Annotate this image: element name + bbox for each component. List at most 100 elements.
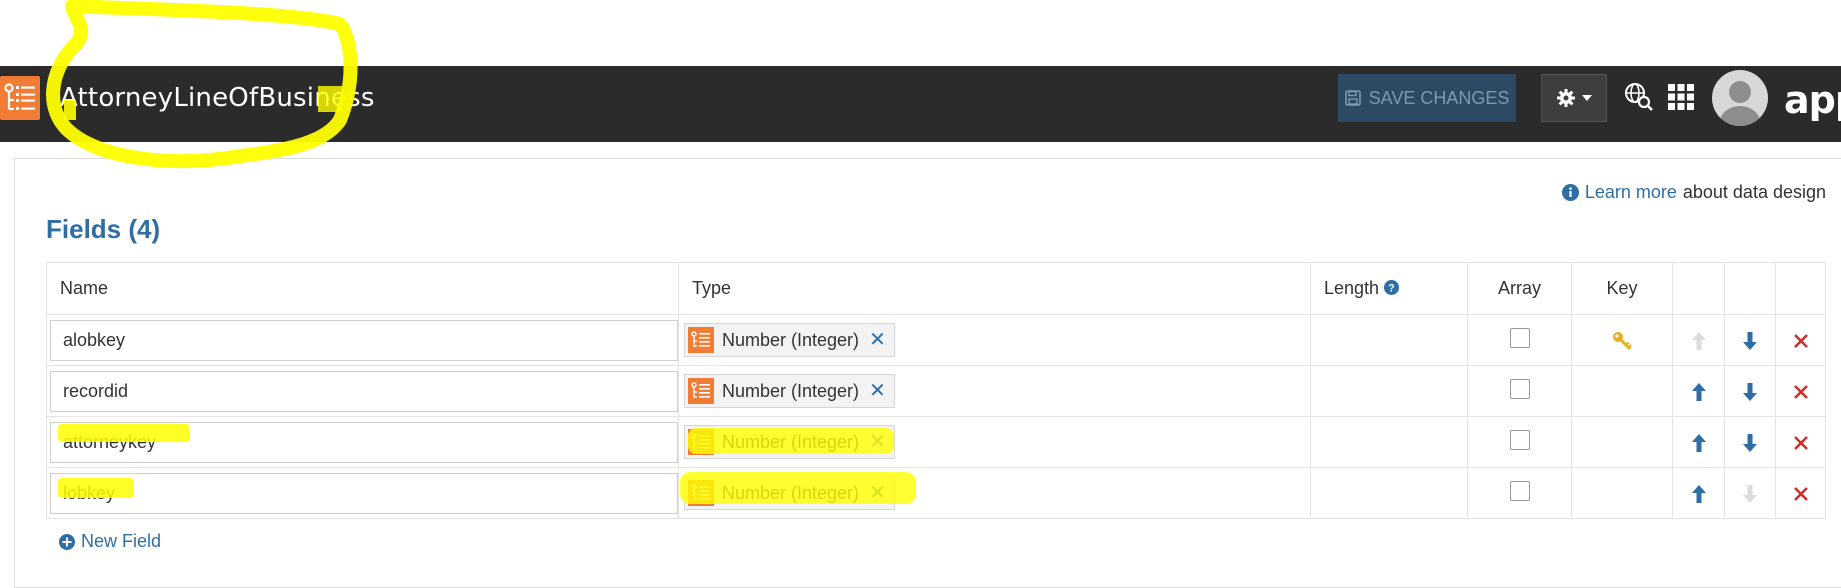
arrow-down-icon bbox=[1743, 484, 1757, 503]
field-length-cell bbox=[1310, 314, 1468, 366]
arrow-up-icon[interactable] bbox=[1691, 382, 1707, 402]
save-changes-button[interactable]: SAVE CHANGES bbox=[1338, 74, 1516, 122]
delete-x-icon[interactable] bbox=[1793, 333, 1809, 349]
table-row: Number (Integer) ✕ bbox=[46, 467, 1826, 519]
move-down-cell bbox=[1724, 314, 1776, 366]
field-type-label: Number (Integer) bbox=[722, 380, 860, 401]
field-name-input[interactable] bbox=[50, 421, 678, 463]
globe-search-icon[interactable] bbox=[1624, 82, 1654, 112]
array-checkbox[interactable] bbox=[1509, 378, 1530, 399]
field-type-cell: Number (Integer) ✕ bbox=[678, 365, 1311, 417]
top-whitespace bbox=[0, 0, 1841, 66]
learn-more-link[interactable]: Learn more bbox=[1585, 182, 1677, 203]
delete-cell bbox=[1775, 416, 1826, 468]
field-type-cell: Number (Integer) ✕ bbox=[678, 314, 1311, 366]
type-icon bbox=[688, 378, 714, 404]
remove-x-icon[interactable]: ✕ bbox=[869, 432, 886, 452]
remove-x-icon[interactable]: ✕ bbox=[869, 330, 886, 350]
table-header-row: Name Type Length ? Array Key bbox=[46, 262, 1826, 315]
field-name-input[interactable] bbox=[50, 370, 678, 412]
save-changes-label: SAVE CHANGES bbox=[1368, 87, 1510, 108]
array-checkbox[interactable] bbox=[1509, 327, 1530, 348]
field-type-label: Number (Integer) bbox=[722, 482, 860, 503]
fields-table: Name Type Length ? Array Key Number ( bbox=[46, 262, 1826, 519]
move-up-cell bbox=[1672, 314, 1725, 366]
field-name-cell bbox=[46, 314, 679, 366]
delete-x-icon[interactable] bbox=[1793, 384, 1809, 400]
column-header-delete bbox=[1775, 262, 1826, 315]
brand-logo: app bbox=[1784, 78, 1841, 122]
table-row: Number (Integer) ✕ bbox=[46, 365, 1826, 417]
type-icon bbox=[688, 429, 714, 455]
delete-cell bbox=[1775, 365, 1826, 417]
new-field-button[interactable]: New Field bbox=[59, 531, 161, 552]
field-type-tag[interactable]: Number (Integer) ✕ bbox=[684, 425, 895, 459]
field-type-tag[interactable]: Number (Integer) ✕ bbox=[684, 374, 895, 408]
field-key-cell bbox=[1571, 365, 1673, 417]
field-type-tag[interactable]: Number (Integer) ✕ bbox=[684, 476, 895, 510]
column-header-move-down bbox=[1724, 262, 1776, 315]
move-up-cell bbox=[1672, 365, 1725, 417]
key-icon[interactable] bbox=[1612, 331, 1632, 351]
column-header-array: Array bbox=[1467, 262, 1572, 315]
learn-more-suffix: about data design bbox=[1682, 182, 1826, 202]
type-icon bbox=[688, 327, 714, 353]
field-type-label: Number (Integer) bbox=[722, 431, 860, 452]
arrow-down-icon[interactable] bbox=[1742, 433, 1758, 453]
fields-heading: Fields (4) bbox=[46, 214, 161, 244]
column-header-move-up bbox=[1672, 262, 1725, 315]
field-type-label: Number (Integer) bbox=[722, 329, 860, 350]
delete-x-icon[interactable] bbox=[1793, 486, 1809, 502]
arrow-up-icon[interactable] bbox=[1691, 433, 1707, 453]
field-array-cell bbox=[1467, 365, 1572, 417]
delete-x-icon[interactable] bbox=[1793, 435, 1809, 451]
arrow-down-icon[interactable] bbox=[1742, 382, 1758, 402]
move-down-cell bbox=[1724, 365, 1776, 417]
grid-apps-icon[interactable] bbox=[1668, 84, 1694, 110]
app-header: AttorneyLineOfBusiness SAVE CHANGES ap bbox=[0, 66, 1841, 142]
remove-x-icon[interactable]: ✕ bbox=[869, 381, 886, 401]
remove-x-icon[interactable]: ✕ bbox=[869, 483, 886, 503]
field-type-cell: Number (Integer) ✕ bbox=[678, 416, 1311, 468]
help-circle-icon[interactable]: ? bbox=[1384, 280, 1400, 295]
floppy-disk-icon bbox=[1344, 90, 1361, 106]
array-checkbox[interactable] bbox=[1509, 429, 1530, 450]
arrow-up-icon bbox=[1691, 331, 1706, 350]
settings-dropdown-button[interactable] bbox=[1541, 74, 1607, 122]
table-row: Number (Integer) ✕ bbox=[46, 314, 1826, 366]
arrow-down-icon[interactable] bbox=[1742, 331, 1758, 351]
field-name-cell bbox=[46, 365, 679, 417]
field-name-cell bbox=[46, 467, 679, 519]
user-avatar-icon[interactable] bbox=[1712, 70, 1768, 126]
field-length-cell bbox=[1310, 365, 1468, 417]
table-row: Number (Integer) ✕ bbox=[46, 416, 1826, 468]
field-name-input[interactable] bbox=[50, 319, 678, 361]
column-header-key: Key bbox=[1571, 262, 1673, 315]
learn-more-info: Learn more about data design bbox=[1561, 182, 1826, 203]
svg-text:?: ? bbox=[1388, 283, 1395, 295]
field-array-cell bbox=[1467, 416, 1572, 468]
field-length-cell bbox=[1310, 416, 1468, 468]
type-icon bbox=[688, 480, 714, 506]
move-up-cell bbox=[1672, 416, 1725, 468]
field-name-cell bbox=[46, 416, 679, 468]
gear-icon bbox=[1557, 89, 1575, 107]
column-header-length: Length ? bbox=[1310, 262, 1468, 315]
field-type-cell: Number (Integer) ✕ bbox=[678, 467, 1311, 519]
arrow-up-icon[interactable] bbox=[1691, 484, 1707, 504]
field-key-cell bbox=[1571, 416, 1673, 468]
plus-circle-icon bbox=[59, 533, 75, 550]
field-type-tag[interactable]: Number (Integer) ✕ bbox=[684, 323, 895, 357]
array-checkbox[interactable] bbox=[1509, 480, 1530, 501]
info-circle-icon bbox=[1561, 184, 1579, 201]
move-down-cell bbox=[1724, 416, 1776, 468]
field-key-cell bbox=[1571, 314, 1673, 366]
move-up-cell bbox=[1672, 467, 1725, 519]
field-key-cell bbox=[1571, 467, 1673, 519]
field-name-input[interactable] bbox=[50, 472, 678, 514]
app-logo-icon[interactable] bbox=[0, 76, 40, 120]
new-field-label: New Field bbox=[81, 531, 162, 551]
column-header-name: Name bbox=[46, 262, 679, 315]
app-title: AttorneyLineOfBusiness bbox=[60, 83, 375, 113]
caret-down-icon bbox=[1582, 95, 1592, 101]
